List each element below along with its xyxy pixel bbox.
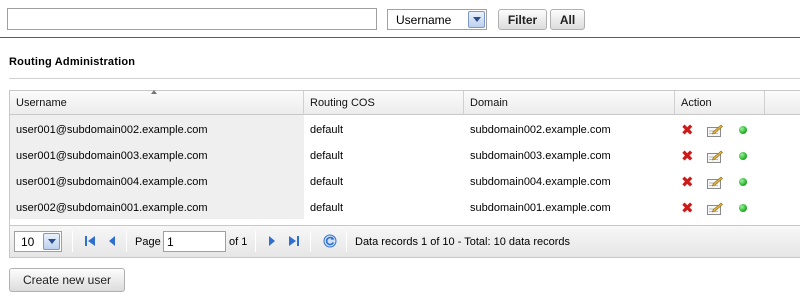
column-label: Username: [16, 97, 67, 109]
page-size-select[interactable]: 10: [14, 231, 62, 252]
cell-username: user002@subdomain001.example.com: [10, 193, 304, 219]
page-size-value: 10: [21, 235, 35, 249]
edit-icon[interactable]: [707, 176, 723, 189]
delete-icon[interactable]: ✖: [681, 123, 694, 138]
column-header-action: Action: [675, 91, 765, 114]
pager-separator: [346, 231, 347, 252]
pager-separator: [72, 231, 73, 252]
title-divider: [9, 78, 800, 79]
status-green-icon: [739, 152, 747, 160]
pager-separator: [255, 231, 256, 252]
table-row[interactable]: user002@subdomain001.example.com default…: [10, 193, 800, 219]
cell-domain: subdomain003.example.com: [470, 150, 611, 162]
column-header-domain[interactable]: Domain: [464, 91, 675, 114]
page-title: Routing Administration: [9, 56, 136, 68]
status-green-icon: [739, 178, 747, 186]
cell-domain: subdomain004.example.com: [470, 176, 611, 188]
filter-button[interactable]: Filter: [498, 9, 547, 30]
delete-icon[interactable]: ✖: [681, 175, 694, 190]
table-row[interactable]: user001@subdomain004.example.com default…: [10, 167, 800, 193]
cell-username: user001@subdomain002.example.com: [10, 115, 304, 141]
table-row[interactable]: user001@subdomain003.example.com default…: [10, 141, 800, 167]
delete-icon[interactable]: ✖: [681, 149, 694, 164]
table-header: Username Routing COS Domain Action: [10, 90, 800, 115]
action-cell: ✖: [675, 115, 765, 141]
column-header-routing-cos[interactable]: Routing COS: [304, 91, 464, 114]
cell-username: user001@subdomain004.example.com: [10, 167, 304, 193]
next-page-icon[interactable]: [266, 235, 278, 247]
column-label: Domain: [470, 97, 508, 109]
prev-page-icon[interactable]: [106, 235, 118, 247]
delete-icon[interactable]: ✖: [681, 201, 694, 216]
page-label: Page: [135, 236, 161, 248]
last-page-icon[interactable]: [288, 235, 300, 247]
status-green-icon: [739, 126, 747, 134]
edit-icon[interactable]: [707, 150, 723, 163]
cell-domain: subdomain002.example.com: [470, 124, 611, 136]
cell-username: user001@subdomain003.example.com: [10, 141, 304, 167]
pagination-bar: 10 Page of 1 Data records 1 of 10 - Tota…: [10, 225, 800, 257]
search-field-value: Username: [396, 13, 452, 27]
action-cell: ✖: [675, 167, 765, 193]
edit-icon[interactable]: [707, 124, 723, 137]
cell-routing-cos: default: [310, 202, 344, 214]
page-count-label: of 1: [229, 236, 248, 248]
create-new-user-button[interactable]: Create new user: [9, 268, 125, 292]
table-row[interactable]: user001@subdomain002.example.com default…: [10, 115, 800, 141]
edit-icon[interactable]: [707, 202, 723, 215]
pager-summary: Data records 1 of 10 - Total: 10 data re…: [355, 236, 571, 248]
chevron-down-icon[interactable]: [43, 233, 60, 250]
search-input[interactable]: [7, 8, 377, 30]
cell-domain: subdomain001.example.com: [470, 202, 611, 214]
status-green-icon: [739, 204, 747, 212]
cell-routing-cos: default: [310, 124, 344, 136]
sort-ascending-icon: [151, 90, 157, 94]
column-label: Routing COS: [310, 97, 375, 109]
chevron-down-icon[interactable]: [468, 11, 485, 28]
column-label: Action: [681, 97, 712, 109]
routing-table: Username Routing COS Domain Action user0…: [9, 90, 800, 258]
refresh-icon[interactable]: [323, 234, 337, 248]
first-page-icon[interactable]: [84, 235, 96, 247]
search-field-select[interactable]: Username: [387, 9, 487, 30]
header-divider: [0, 37, 800, 38]
column-header-username[interactable]: Username: [10, 90, 304, 114]
page-number-input[interactable]: [163, 231, 226, 252]
all-button[interactable]: All: [550, 9, 585, 30]
cell-routing-cos: default: [310, 176, 344, 188]
pager-separator: [310, 231, 311, 252]
action-cell: ✖: [675, 193, 765, 219]
action-cell: ✖: [675, 141, 765, 167]
cell-routing-cos: default: [310, 150, 344, 162]
pager-separator: [126, 231, 127, 252]
